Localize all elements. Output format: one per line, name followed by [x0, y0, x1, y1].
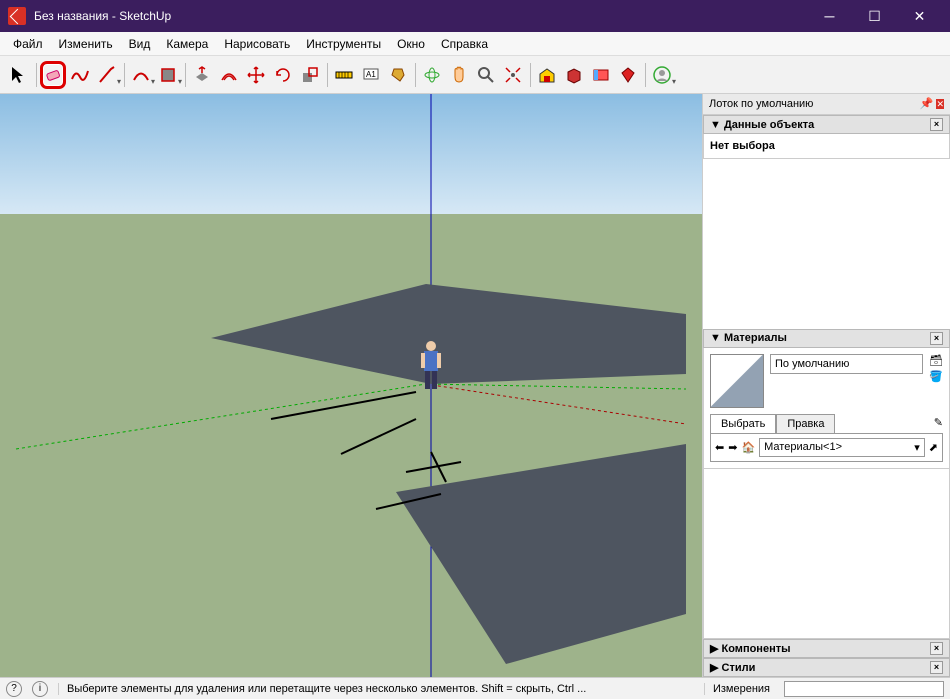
tab-edit[interactable]: Правка [776, 414, 835, 433]
ruby-tool[interactable] [615, 61, 641, 89]
orbit-tool[interactable] [419, 61, 445, 89]
menu-file[interactable]: Файл [6, 34, 50, 54]
entity-info-header[interactable]: ▼ Данные объекта × [703, 115, 950, 134]
minimize-button[interactable]: ─ [807, 0, 852, 32]
zoom-tool[interactable] [473, 61, 499, 89]
app-icon [8, 7, 26, 25]
menu-camera[interactable]: Камера [159, 34, 215, 54]
styles-close-icon[interactable]: × [930, 661, 943, 674]
statusbar: ? i Выберите элементы для удаления или п… [0, 677, 950, 699]
entity-close-icon[interactable]: × [930, 118, 943, 131]
warehouse-tool[interactable] [534, 61, 560, 89]
paint-tool[interactable] [385, 61, 411, 89]
pin-icon[interactable]: 📌 [920, 98, 934, 110]
material-name-input[interactable] [770, 354, 923, 374]
nav-fwd-icon[interactable]: ➡ [728, 441, 737, 454]
maximize-button[interactable]: ☐ [852, 0, 897, 32]
separator [642, 61, 648, 89]
separator [527, 61, 533, 89]
text-tool[interactable]: A1 [358, 61, 384, 89]
help-icon[interactable]: ? [6, 681, 22, 697]
menu-tools[interactable]: Инструменты [299, 34, 388, 54]
eraser-tool[interactable] [40, 61, 66, 89]
separator [412, 61, 418, 89]
tray-title: Лоток по умолчанию [709, 98, 813, 110]
entity-info-body: Нет выбора [703, 134, 950, 159]
scale-tool[interactable] [297, 61, 323, 89]
components-header[interactable]: ▶ Компоненты × [703, 639, 950, 658]
separator [33, 61, 39, 89]
rotate-tool[interactable] [270, 61, 296, 89]
select-tool[interactable] [6, 61, 32, 89]
menu-window[interactable]: Окно [390, 34, 432, 54]
material-create-icon[interactable]: 🗃 [929, 354, 943, 367]
pushpull-tool[interactable] [189, 61, 215, 89]
menu-edit[interactable]: Изменить [52, 34, 120, 54]
nav-back-icon[interactable]: ⬅ [715, 441, 724, 454]
menu-view[interactable]: Вид [122, 34, 158, 54]
viewport-3d[interactable] [0, 94, 702, 677]
move-tool[interactable] [243, 61, 269, 89]
window-title: Без названия - SketchUp [34, 9, 807, 23]
materials-header[interactable]: ▼ Материалы × [703, 329, 950, 348]
status-hint: Выберите элементы для удаления или перет… [58, 683, 694, 695]
tray-header[interactable]: Лоток по умолчанию 📌 ✕ [703, 94, 950, 115]
svg-text:A1: A1 [366, 70, 376, 79]
measurements-label: Измерения [704, 683, 770, 695]
extensions-tool[interactable] [588, 61, 614, 89]
tab-select[interactable]: Выбрать [710, 414, 776, 433]
separator [121, 61, 127, 89]
line-tool[interactable] [94, 61, 120, 89]
menu-draw[interactable]: Нарисовать [217, 34, 297, 54]
material-preview[interactable] [710, 354, 764, 408]
user-account[interactable] [649, 61, 675, 89]
tray-close-icon[interactable]: ✕ [936, 99, 944, 109]
close-button[interactable]: ✕ [897, 0, 942, 32]
3dwarehouse-tool[interactable] [561, 61, 587, 89]
freehand-tool[interactable] [67, 61, 93, 89]
menu-help[interactable]: Справка [434, 34, 495, 54]
separator [182, 61, 188, 89]
materials-close-icon[interactable]: × [930, 332, 943, 345]
zoom-extents-tool[interactable] [500, 61, 526, 89]
measurements-input[interactable] [784, 681, 944, 697]
components-close-icon[interactable]: × [930, 642, 943, 655]
home-icon[interactable]: 🏠 [741, 441, 755, 454]
styles-header[interactable]: ▶ Стили × [703, 658, 950, 677]
tape-tool[interactable] [331, 61, 357, 89]
offset-tool[interactable] [216, 61, 242, 89]
default-tray: Лоток по умолчанию 📌 ✕ ▼ Данные объекта … [702, 94, 950, 677]
toolbar: A1 [0, 56, 950, 94]
titlebar: Без названия - SketchUp ─ ☐ ✕ [0, 0, 950, 32]
menubar: Файл Изменить Вид Камера Нарисовать Инст… [0, 32, 950, 56]
material-library-combo[interactable]: Материалы<1>▾ [759, 438, 925, 457]
shapes-tool[interactable] [155, 61, 181, 89]
separator [324, 61, 330, 89]
arc-tool[interactable] [128, 61, 154, 89]
info-icon[interactable]: i [32, 681, 48, 697]
material-bucket-icon[interactable]: 🪣 [929, 370, 943, 383]
eyedropper-icon[interactable]: ✎ [934, 416, 943, 429]
details-icon[interactable]: ⬈ [929, 441, 938, 454]
pan-tool[interactable] [446, 61, 472, 89]
